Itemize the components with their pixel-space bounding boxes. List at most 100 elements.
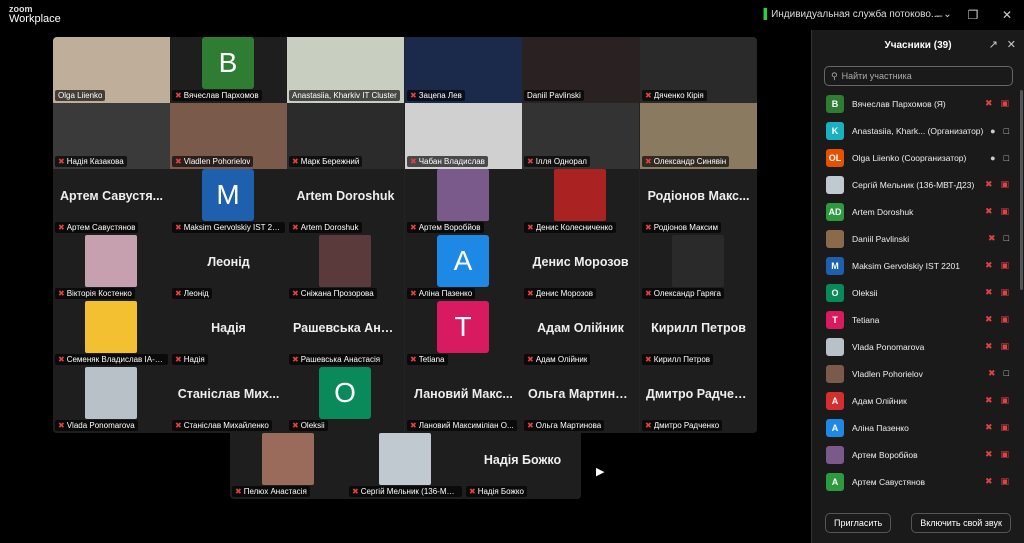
video-tile[interactable]: Денис Морозов ✖ Денис Морозов — [522, 235, 639, 301]
close-panel-icon[interactable]: ✕ — [1007, 38, 1016, 51]
title-bar: zoom Workplace ▐ Индивидуальная служба п… — [0, 0, 1024, 32]
video-tile[interactable]: ✖ Сергій Мельник (136-МВТ-... — [347, 433, 464, 499]
participant-row[interactable]: Daniil Pavlinski ✖ □ — [812, 225, 1024, 252]
video-tile[interactable]: Artem Doroshuk ✖ Artem Doroshuk — [287, 169, 404, 235]
video-tile[interactable]: Дмитро Радчен... ✖ Дмитро Радченко — [640, 367, 757, 433]
name-label: ✖ Артем Савустянов — [55, 222, 139, 233]
participant-row[interactable]: OL Olga Liienko (Соорганизатор) ● □ — [812, 144, 1024, 171]
mic-muted-icon: ✖ — [175, 421, 182, 430]
participant-row[interactable]: K Anastasiia, Khark... (Организатор) ● □ — [812, 117, 1024, 144]
video-tile[interactable]: M ✖ Maksim Gervolskiy IST 22... — [170, 169, 287, 235]
participant-row[interactable]: Vlada Ponomarova ✖ ▣ — [812, 333, 1024, 360]
avatar — [826, 364, 844, 383]
camera-off-icon: ▣ — [1000, 314, 1009, 324]
avatar: AD — [826, 202, 844, 221]
scrollbar[interactable] — [1020, 90, 1023, 290]
participant-row[interactable]: Артем Воробйов ✖ ▣ — [812, 441, 1024, 468]
name-label: ✖ Vlada Ponomarova — [55, 420, 138, 431]
maximize-button[interactable]: ❐ — [956, 0, 990, 30]
video-tile[interactable]: Ольга Мартино... ✖ Ольга Мартинова — [522, 367, 639, 433]
mic-muted-icon: ✖ — [984, 476, 993, 486]
participant-name: Oleksii — [300, 421, 325, 430]
video-tile[interactable]: ✖ Марк Бережний — [287, 103, 404, 169]
video-tile[interactable]: ✖ Зацепа Лев — [405, 37, 522, 103]
video-tile[interactable]: Родіонов Макс... ✖ Родіонов Максим — [640, 169, 757, 235]
invite-button[interactable]: Пригласить — [825, 513, 892, 533]
participant-avatar: O — [319, 367, 371, 419]
video-tile[interactable]: В ✖ Вячеслав Пархомов — [170, 37, 287, 103]
video-tile[interactable]: ✖ Олександр Синявін — [640, 103, 757, 169]
participant-row[interactable]: А Аліна Пазенко ✖ ▣ — [812, 414, 1024, 441]
video-tile[interactable]: ✖ Семеняк Владислав ІА-3... — [53, 301, 170, 367]
minimize-button[interactable]: – — [922, 0, 956, 30]
mic-muted-icon: ✖ — [645, 421, 652, 430]
participant-row[interactable]: А Адам Олійник ✖ ▣ — [812, 387, 1024, 414]
participant-name: Vlada Ponomarova — [66, 421, 135, 430]
participant-row[interactable]: Vladlen Pohorielov ✖ □ — [812, 360, 1024, 387]
unmute-self-button[interactable]: Включить свой звук — [911, 513, 1011, 533]
name-label: ✖ Вікторія Костенко — [55, 288, 135, 299]
video-tile[interactable]: Кирилл Петров ✖ Кирилл Петров — [640, 301, 757, 367]
name-label: ✖ Сергій Мельник (136-МВТ-... — [349, 486, 462, 497]
participant-name: Ілля Однорал — [535, 157, 587, 166]
signal-icon: ▐ — [760, 9, 768, 20]
video-tile[interactable]: ✖ Артем Воробйов — [405, 169, 522, 235]
close-button[interactable]: ✕ — [990, 0, 1024, 30]
video-tile[interactable]: T ✖ Tetiana — [405, 301, 522, 367]
participant-row[interactable]: M Maksim Gervolskiy IST 2201 ✖ ▣ — [812, 252, 1024, 279]
video-tile[interactable]: ✖ Пелюх Анастасія — [230, 433, 347, 499]
participant-display-name: Ольга Мартино... — [528, 387, 634, 401]
participant-row[interactable]: Сергій Мельник (136-МВТ-Д23) ✖ ▣ — [812, 171, 1024, 198]
video-tile[interactable]: Леонід ✖ Леонід — [170, 235, 287, 301]
mic-muted-icon: ✖ — [527, 157, 534, 166]
video-tile[interactable]: ✖ Денис Колесниченко — [522, 169, 639, 235]
video-tile[interactable]: Надія Божко ✖ Надія Божко — [464, 433, 581, 499]
participant-photo — [85, 367, 137, 419]
video-tile[interactable]: Рашевська Ана... ✖ Рашевська Анастасія — [287, 301, 404, 367]
participant-display-name: Леонід — [207, 255, 250, 269]
participant-row[interactable]: В Вячеслав Пархомов (Я) ✖ ▣ — [812, 90, 1024, 117]
participant-row[interactable]: А Артем Савустянов ✖ ▣ — [812, 468, 1024, 495]
mic-muted-icon: ✖ — [292, 223, 299, 232]
video-tile[interactable]: ✖ Надія Казакова — [53, 103, 170, 169]
video-tile[interactable]: ✖ Дяченко Кірія — [640, 37, 757, 103]
video-tile[interactable]: ✖ Ілля Однорал — [522, 103, 639, 169]
mic-muted-icon: ✖ — [984, 395, 993, 405]
participant-row-name: Anastasiia, Khark... (Организатор) — [852, 125, 984, 136]
participant-row[interactable]: T Tetiana ✖ ▣ — [812, 306, 1024, 333]
mic-muted-icon: ✖ — [527, 289, 534, 298]
video-tile[interactable]: Надія ✖ Надія — [170, 301, 287, 367]
video-tile[interactable]: Daniil Pavlinski — [522, 37, 639, 103]
video-tile[interactable]: ✖ Сніжана Прозорова — [287, 235, 404, 301]
video-tile[interactable]: ✖ Vlada Ponomarova — [53, 367, 170, 433]
participant-search[interactable]: ⚲ — [824, 66, 1013, 86]
name-label: Olga Liienko — [55, 90, 106, 101]
video-grid: Olga Liienko В ✖ Вячеслав Пархомов Anastasii… — [53, 37, 757, 433]
video-tile[interactable]: Olga Liienko — [53, 37, 170, 103]
search-icon: ⚲ — [831, 70, 838, 81]
video-tile[interactable]: ✖ Вікторія Костенко — [53, 235, 170, 301]
name-label: ✖ Ольга Мартинова — [524, 420, 605, 431]
video-tile[interactable]: Лановий Макс... ✖ Лановий Максиміліан О... — [405, 367, 522, 433]
video-tile[interactable]: Anastasiia, Kharkiv IT Cluster — [287, 37, 404, 103]
participant-name: Vladlen Pohorielov — [183, 157, 251, 166]
participant-name: Сніжана Прозорова — [300, 289, 374, 298]
participant-display-name: Станіслав Мих... — [177, 387, 280, 401]
video-tile[interactable]: А ✖ Аліна Пазенко — [405, 235, 522, 301]
mic-muted-icon: ✖ — [410, 289, 417, 298]
video-tile[interactable]: ✖ Олександр Гаряга — [640, 235, 757, 301]
video-tile[interactable]: Станіслав Мих... ✖ Станіслав Михайленко — [170, 367, 287, 433]
video-tile[interactable]: Адам Олійник ✖ Адам Олійник — [522, 301, 639, 367]
participant-row[interactable]: O Oleksii ✖ ▣ — [812, 279, 1024, 306]
participant-row[interactable]: AD Artem Doroshuk ✖ ▣ — [812, 198, 1024, 225]
mic-muted-icon: ✖ — [984, 206, 993, 216]
mic-muted-icon: ✖ — [645, 289, 652, 298]
popout-icon[interactable]: ↗ — [989, 38, 998, 51]
video-tile[interactable]: O ✖ Oleksii — [287, 367, 404, 433]
video-tile[interactable]: ✖ Чабан Владислав — [405, 103, 522, 169]
participant-photo — [262, 433, 314, 485]
search-input[interactable] — [841, 71, 1002, 81]
video-tile[interactable]: Артем Савустя... ✖ Артем Савустянов — [53, 169, 170, 235]
video-tile[interactable]: ✖ Vladlen Pohorielov — [170, 103, 287, 169]
camera-off-icon: ▣ — [1000, 476, 1009, 486]
